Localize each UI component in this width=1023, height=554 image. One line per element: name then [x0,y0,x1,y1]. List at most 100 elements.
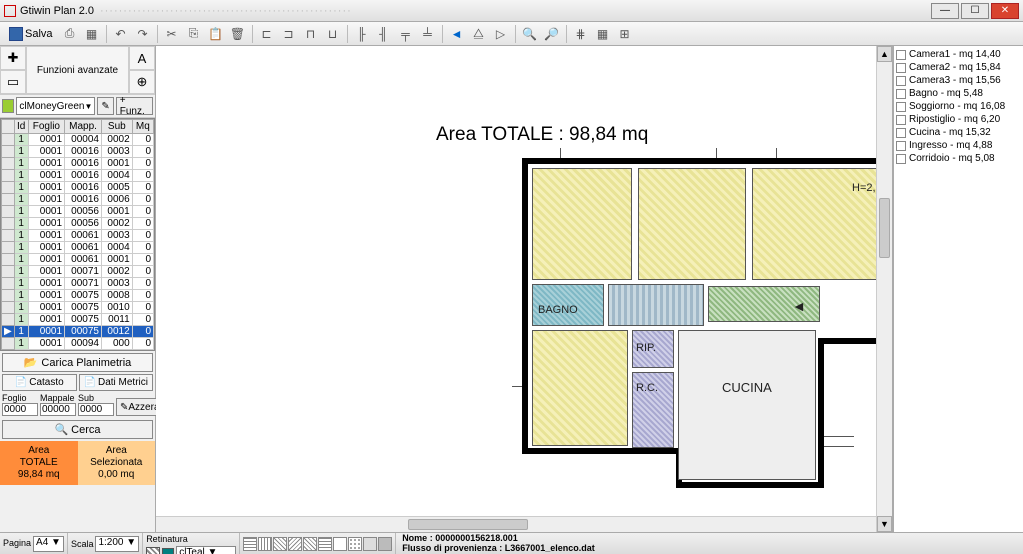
mappale-input[interactable] [40,403,76,416]
room-checkbox-item[interactable]: Cucina - mq 15,32 [896,126,1021,139]
toolbar-btn-1[interactable]: ⎙ [60,24,80,44]
cerca-button[interactable]: 🔍Cerca [2,420,153,439]
hatch-swatch[interactable] [146,547,160,554]
scroll-thumb[interactable] [879,198,890,258]
window-maximize-button[interactable]: ☐ [961,3,989,19]
pattern-10[interactable] [378,537,392,551]
mirror-v-icon[interactable]: ▷ [491,24,511,44]
zoom-in-icon[interactable]: 🔍 [520,24,540,44]
table-row[interactable]: 100010007500100 [2,302,154,314]
grid-icon-1[interactable]: ⋕ [571,24,591,44]
room-checkbox-item[interactable]: Soggiorno - mq 16,08 [896,100,1021,113]
table-row[interactable]: 100010001600060 [2,194,154,206]
parcel-grid[interactable]: Id Foglio Mapp. Sub Mq 10001000040002010… [0,118,155,351]
room-corridoio[interactable] [608,284,704,326]
col-sub[interactable]: Sub [101,120,132,134]
redo-button[interactable]: ↷ [133,24,153,44]
table-row[interactable]: ▶100010007500120 [2,326,154,338]
color-dropdown[interactable]: clMoneyGreen ▼ [16,97,95,115]
table-row[interactable]: 100010006100010 [2,254,154,266]
room-camera2[interactable] [638,168,746,280]
room-cucina[interactable] [678,330,816,480]
tool-text-icon[interactable]: A [129,46,155,70]
checkbox-icon[interactable] [896,102,906,112]
pencil-button[interactable]: ✎ [97,97,113,115]
window-close-button[interactable]: ✕ [991,3,1019,19]
align-btn-5[interactable]: ╟ [352,24,372,44]
checkbox-icon[interactable] [896,141,906,151]
color-swatch-teal[interactable] [162,548,174,554]
zoom-out-icon[interactable]: 🔎 [542,24,562,44]
grid-icon-3[interactable]: ⊞ [615,24,635,44]
undo-button[interactable]: ↶ [111,24,131,44]
align-btn-7[interactable]: ╤ [396,24,416,44]
sub-input[interactable] [78,403,114,416]
checkbox-icon[interactable] [896,128,906,138]
pattern-9[interactable] [363,537,377,551]
scroll-down-icon[interactable]: ▼ [877,516,892,532]
table-row[interactable]: 100010005600010 [2,206,154,218]
room-checkbox-item[interactable]: Camera2 - mq 15,84 [896,61,1021,74]
pattern-3[interactable] [273,537,287,551]
align-btn-2[interactable]: ⊐ [279,24,299,44]
toolbar-btn-2[interactable]: ▦ [82,24,102,44]
table-row[interactable]: 100010000400020 [2,134,154,146]
checkbox-icon[interactable] [896,89,906,99]
drawing-canvas[interactable]: Area TOTALE : 98,84 mq H=2,80 BAGNO ◄ RI… [156,46,893,532]
pattern-6[interactable] [318,537,332,551]
retinatura-dropdown[interactable]: clTeal ▼ [176,546,236,554]
pattern-5[interactable] [303,537,317,551]
foglio-input[interactable] [2,403,38,416]
funzioni-avanzate-button[interactable]: Funzioni avanzate [26,46,129,94]
checkbox-icon[interactable] [896,50,906,60]
room-checkbox-item[interactable]: Corridoio - mq 5,08 [896,152,1021,165]
copy-button[interactable]: ⎘ [184,24,204,44]
col-mapp[interactable]: Mapp. [65,120,102,134]
room-checkbox-item[interactable]: Bagno - mq 5,48 [896,87,1021,100]
checkbox-icon[interactable] [896,115,906,125]
table-row[interactable]: 100010001600050 [2,182,154,194]
scroll-up-icon[interactable]: ▲ [877,46,892,62]
grid-icon-2[interactable]: ▦ [593,24,613,44]
room-checkbox-item[interactable]: Ripostiglio - mq 6,20 [896,113,1021,126]
cut-button[interactable]: ✂ [162,24,182,44]
align-btn-4[interactable]: ⊔ [323,24,343,44]
color-swatch[interactable] [2,99,14,113]
save-button[interactable]: Salva [4,26,58,42]
cursor-icon[interactable]: ◄ [447,24,467,44]
window-minimize-button[interactable]: — [931,3,959,19]
room-checkbox-item[interactable]: Camera1 - mq 14,40 [896,48,1021,61]
pattern-7[interactable] [333,537,347,551]
table-row[interactable]: 100010007500110 [2,314,154,326]
pattern-2[interactable] [258,537,272,551]
table-row[interactable]: 100010007100030 [2,278,154,290]
paste-button[interactable]: 📋 [206,24,226,44]
table-row[interactable]: 100010007100020 [2,266,154,278]
table-row[interactable]: 100010001600030 [2,146,154,158]
canvas-vscrollbar[interactable]: ▲ ▼ [876,46,892,532]
col-mq[interactable]: Mq [132,120,153,134]
checkbox-icon[interactable] [896,154,906,164]
dati-metrici-button[interactable]: 📄Dati Metrici [79,374,154,391]
tool-cross-icon[interactable]: ✚ [0,46,26,70]
catasto-button[interactable]: 📄Catasto [2,374,77,391]
room-checkbox-item[interactable]: Ingresso - mq 4,88 [896,139,1021,152]
scala-dropdown[interactable]: 1:200 ▼ [95,536,139,552]
tool-zoom-icon[interactable]: ⊕ [129,70,155,94]
align-btn-3[interactable]: ⊓ [301,24,321,44]
room-soggiorno[interactable] [532,330,628,446]
pattern-4[interactable] [288,537,302,551]
canvas-hscrollbar[interactable] [156,516,876,532]
room-camera1[interactable] [532,168,632,280]
pagina-dropdown[interactable]: A4 ▼ [33,536,64,552]
col-id[interactable]: Id [14,120,28,134]
delete-button[interactable]: 🗑 [228,24,248,44]
table-row[interactable]: 100010005600020 [2,218,154,230]
table-row[interactable]: 100010006100030 [2,230,154,242]
table-row[interactable]: 100010006100040 [2,242,154,254]
table-row[interactable]: 10001000940000 [2,338,154,350]
scroll-thumb-h[interactable] [408,519,528,530]
checkbox-icon[interactable] [896,63,906,73]
pattern-1[interactable] [243,537,257,551]
align-btn-6[interactable]: ╢ [374,24,394,44]
